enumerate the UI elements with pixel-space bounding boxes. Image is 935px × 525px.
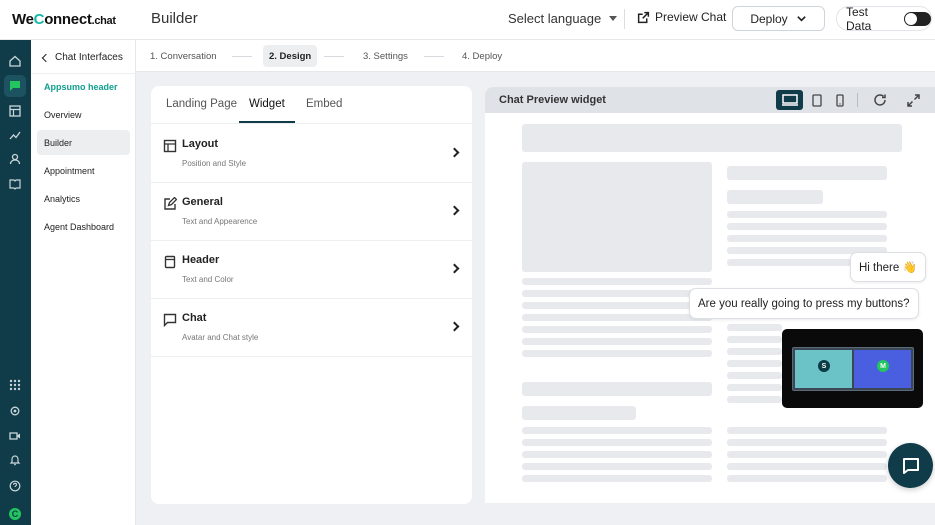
book-icon[interactable] bbox=[8, 177, 22, 191]
video-participant-left: S bbox=[795, 350, 852, 388]
video-thumbnail: S M bbox=[792, 347, 914, 391]
chevron-right-icon bbox=[449, 263, 460, 274]
sidebar-item-appsumo-header[interactable]: Appsumo header bbox=[37, 74, 130, 99]
brand-logo[interactable]: WeConnect.chat bbox=[12, 11, 116, 28]
external-link-icon bbox=[637, 11, 650, 23]
preview-chat-label: Preview Chat bbox=[655, 10, 727, 24]
top-bar: WeConnect.chat Builder Select language P… bbox=[0, 0, 935, 40]
section-title: Layout bbox=[182, 138, 219, 150]
chevron-right-icon bbox=[449, 147, 460, 158]
video-participant-right: M bbox=[854, 350, 911, 388]
section-subtitle: Text and Appearence bbox=[182, 217, 258, 226]
section-title: Header bbox=[182, 254, 220, 266]
secondary-sidebar: Chat Interfaces Appsumo header Overview … bbox=[31, 40, 136, 525]
message-icon bbox=[163, 313, 177, 327]
section-title: Chat bbox=[182, 312, 207, 324]
sidebar-item-appointment[interactable]: Appointment bbox=[37, 158, 130, 183]
chat-bubble-icon bbox=[902, 457, 919, 474]
sidebar-item-overview[interactable]: Overview bbox=[37, 102, 130, 127]
chat-launcher-button[interactable] bbox=[888, 443, 933, 488]
active-tab-indicator bbox=[239, 121, 295, 123]
section-layout[interactable]: Layout Position and Style bbox=[151, 125, 472, 183]
edit-icon bbox=[164, 197, 177, 210]
section-subtitle: Position and Style bbox=[182, 159, 247, 168]
section-chat[interactable]: Chat Avatar and Chat style bbox=[151, 299, 472, 357]
video-icon[interactable] bbox=[8, 429, 22, 443]
test-data-label: Test Data bbox=[846, 4, 872, 33]
refresh-icon[interactable] bbox=[868, 90, 892, 110]
deploy-label: Deploy bbox=[750, 11, 788, 26]
video-preview-card[interactable]: S M bbox=[782, 329, 923, 408]
section-general[interactable]: General Text and Appearence bbox=[151, 183, 472, 241]
chevron-down-icon bbox=[796, 16, 806, 22]
page-title: Builder bbox=[151, 10, 198, 27]
analytics-icon[interactable] bbox=[8, 128, 22, 142]
bell-icon[interactable] bbox=[8, 453, 22, 467]
sidebar-item-analytics[interactable]: Analytics bbox=[37, 186, 130, 211]
preview-chat-button[interactable]: Preview Chat bbox=[637, 10, 726, 24]
tab-widget[interactable]: Widget bbox=[249, 98, 285, 110]
header-icon bbox=[164, 255, 176, 269]
chat-bubble-greeting[interactable]: Hi there 👋 bbox=[850, 252, 926, 282]
brand-logo-icon[interactable]: C bbox=[9, 508, 21, 520]
test-data-toggle[interactable]: Test Data bbox=[836, 4, 932, 33]
preview-toolbar: Chat Preview widget bbox=[485, 87, 935, 113]
layout-icon bbox=[163, 139, 177, 153]
mobile-icon[interactable] bbox=[828, 90, 852, 110]
preview-title: Chat Preview widget bbox=[499, 94, 606, 106]
step-connector bbox=[324, 56, 344, 57]
user-icon[interactable] bbox=[8, 152, 22, 166]
section-subtitle: Avatar and Chat style bbox=[182, 333, 259, 342]
toolbar-divider bbox=[857, 93, 858, 107]
home-icon[interactable] bbox=[8, 54, 22, 68]
step-connector bbox=[424, 56, 444, 57]
back-label: Chat Interfaces bbox=[55, 52, 123, 63]
deploy-button[interactable]: Deploy bbox=[732, 6, 825, 31]
chat-bubble-message[interactable]: Are you really going to press my buttons… bbox=[689, 288, 919, 319]
section-title: General bbox=[182, 196, 223, 208]
design-tabs: Landing Page Widget Embed bbox=[151, 86, 472, 124]
sidebar-item-builder[interactable]: Builder bbox=[37, 130, 130, 155]
toggle-switch[interactable] bbox=[903, 11, 931, 26]
help-icon[interactable] bbox=[8, 479, 22, 493]
language-select[interactable]: Select language bbox=[508, 11, 618, 26]
chevron-right-icon bbox=[449, 205, 460, 216]
tab-embed[interactable]: Embed bbox=[306, 98, 342, 110]
step-design[interactable]: 2. Design bbox=[263, 45, 318, 67]
expand-icon[interactable] bbox=[901, 90, 925, 110]
avatar: M bbox=[877, 360, 889, 372]
back-link[interactable]: Chat Interfaces bbox=[41, 52, 123, 63]
step-progress: 1. Conversation 2. Design 3. Settings 4.… bbox=[136, 40, 935, 72]
caret-down-icon bbox=[609, 16, 618, 21]
layout-icon[interactable] bbox=[8, 104, 22, 118]
icon-rail: C bbox=[0, 40, 31, 525]
section-header[interactable]: Header Text and Color bbox=[151, 241, 472, 299]
chevron-right-icon bbox=[449, 321, 460, 332]
desktop-icon[interactable] bbox=[776, 90, 803, 110]
step-settings[interactable]: 3. Settings bbox=[357, 45, 414, 67]
tablet-icon[interactable] bbox=[805, 90, 829, 110]
divider bbox=[624, 9, 625, 29]
language-select-label: Select language bbox=[508, 11, 602, 26]
chat-icon[interactable] bbox=[4, 75, 26, 97]
avatar: S bbox=[818, 360, 830, 372]
chevron-left-icon bbox=[41, 53, 51, 62]
apps-icon[interactable] bbox=[8, 378, 22, 392]
step-connector bbox=[232, 56, 252, 57]
step-deploy[interactable]: 4. Deploy bbox=[456, 45, 508, 67]
section-subtitle: Text and Color bbox=[182, 275, 234, 284]
design-panel: Landing Page Widget Embed Layout Positio… bbox=[151, 86, 472, 504]
step-conversation[interactable]: 1. Conversation bbox=[144, 45, 223, 67]
tab-landing-page[interactable]: Landing Page bbox=[166, 98, 237, 110]
settings-icon[interactable] bbox=[8, 404, 22, 418]
sidebar-item-agent-dashboard[interactable]: Agent Dashboard bbox=[37, 214, 130, 239]
